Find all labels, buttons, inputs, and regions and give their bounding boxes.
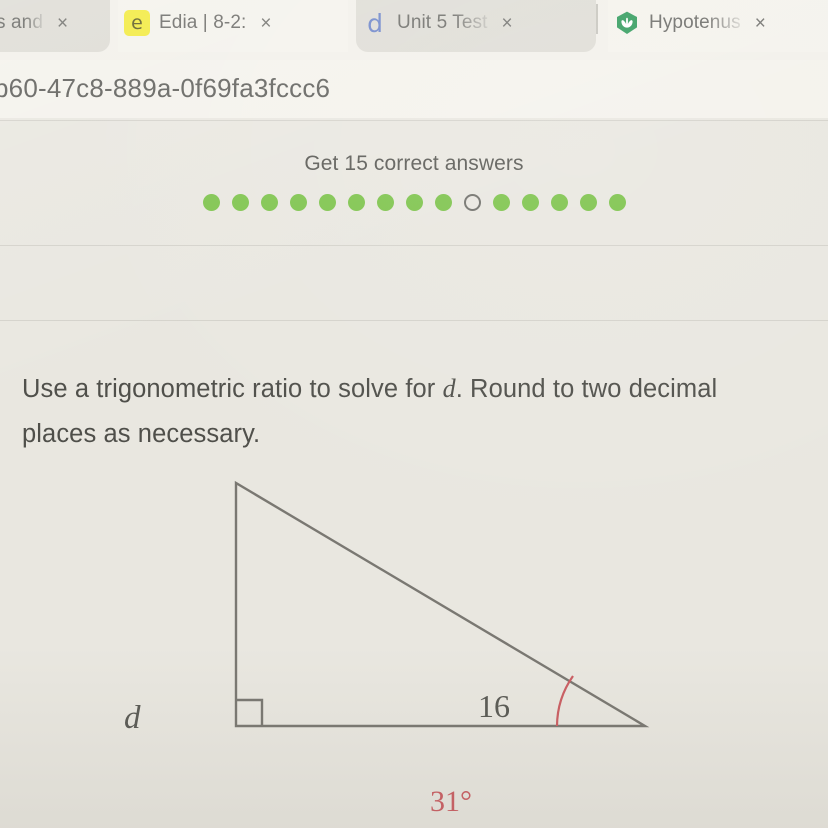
tab-title: Unit 5 Test bbox=[397, 12, 488, 33]
url-text: b60-47c8-889a-0f69fa3fccc6 bbox=[0, 72, 331, 103]
tab-title: Edia | 8-2: bbox=[159, 12, 247, 33]
divider-lower bbox=[0, 320, 828, 321]
progress-dot-15 bbox=[608, 194, 626, 211]
progress-dot-14 bbox=[579, 194, 597, 211]
progress-dot-13 bbox=[550, 194, 568, 211]
progress-dot-11 bbox=[492, 194, 510, 211]
tab-close-icon[interactable]: × bbox=[755, 14, 766, 33]
progress-dot-5 bbox=[318, 194, 336, 211]
desmos-favicon-icon: d bbox=[367, 8, 383, 38]
divider-middle bbox=[0, 245, 828, 246]
progress-dot-9 bbox=[434, 194, 452, 211]
progress-dot-1 bbox=[202, 194, 220, 211]
tab-close-icon[interactable]: × bbox=[57, 14, 68, 33]
question-line1-before: Use a trigonometric ratio to solve for bbox=[22, 375, 443, 403]
right-angle-marker-icon bbox=[236, 698, 264, 726]
browser-address-bar[interactable]: b60-47c8-889a-0f69fa3fccc6 bbox=[0, 58, 828, 118]
browser-tab-3[interactable]: d Unit 5 Test × bbox=[356, 0, 596, 52]
progress-dot-12 bbox=[521, 194, 539, 211]
tab-title: s and bbox=[0, 12, 43, 33]
progress-section: Get 15 correct answers bbox=[0, 152, 828, 211]
progress-dot-3 bbox=[260, 194, 278, 211]
tab-close-icon[interactable]: × bbox=[260, 14, 271, 33]
brainly-favicon-icon bbox=[614, 10, 640, 36]
question-line1-after: . Round to two decimal bbox=[455, 375, 718, 403]
tab-divider bbox=[596, 4, 598, 34]
browser-screenshot: s and × e Edia | 8-2: × d Unit 5 Test × … bbox=[0, 0, 828, 828]
progress-dot-7 bbox=[376, 194, 394, 211]
tab-title: Hypotenus bbox=[649, 12, 741, 33]
browser-tab-1[interactable]: s and × bbox=[0, 0, 110, 52]
progress-dot-8 bbox=[405, 194, 423, 211]
edia-favicon-icon: e bbox=[124, 10, 150, 36]
angle-arc-icon bbox=[555, 675, 574, 727]
label-leg-d: d bbox=[124, 700, 141, 736]
page-content: Get 15 correct answers Use a trigonometr… bbox=[0, 118, 828, 828]
triangle-figure: d 16 31° bbox=[0, 448, 828, 818]
browser-tab-4[interactable]: Hypotenus × bbox=[608, 0, 828, 52]
progress-dot-6 bbox=[347, 194, 365, 211]
tab-close-icon[interactable]: × bbox=[502, 14, 513, 33]
question-text: Use a trigonometric ratio to solve for d… bbox=[22, 366, 782, 457]
label-angle-31: 31° bbox=[430, 785, 472, 818]
progress-dot-10 bbox=[463, 194, 481, 211]
question-line2: places as necessary. bbox=[22, 420, 261, 448]
browser-tab-2[interactable]: e Edia | 8-2: × bbox=[118, 0, 348, 52]
label-hypotenuse-16: 16 bbox=[478, 688, 510, 724]
browser-tab-strip: s and × e Edia | 8-2: × d Unit 5 Test × … bbox=[0, 0, 828, 60]
progress-title: Get 15 correct answers bbox=[304, 152, 524, 175]
progress-dot-4 bbox=[289, 194, 307, 211]
divider-top bbox=[0, 120, 828, 121]
question-variable: d bbox=[442, 374, 456, 403]
progress-dots bbox=[0, 194, 828, 211]
progress-dot-2 bbox=[231, 194, 249, 211]
triangle-outline bbox=[234, 480, 650, 728]
